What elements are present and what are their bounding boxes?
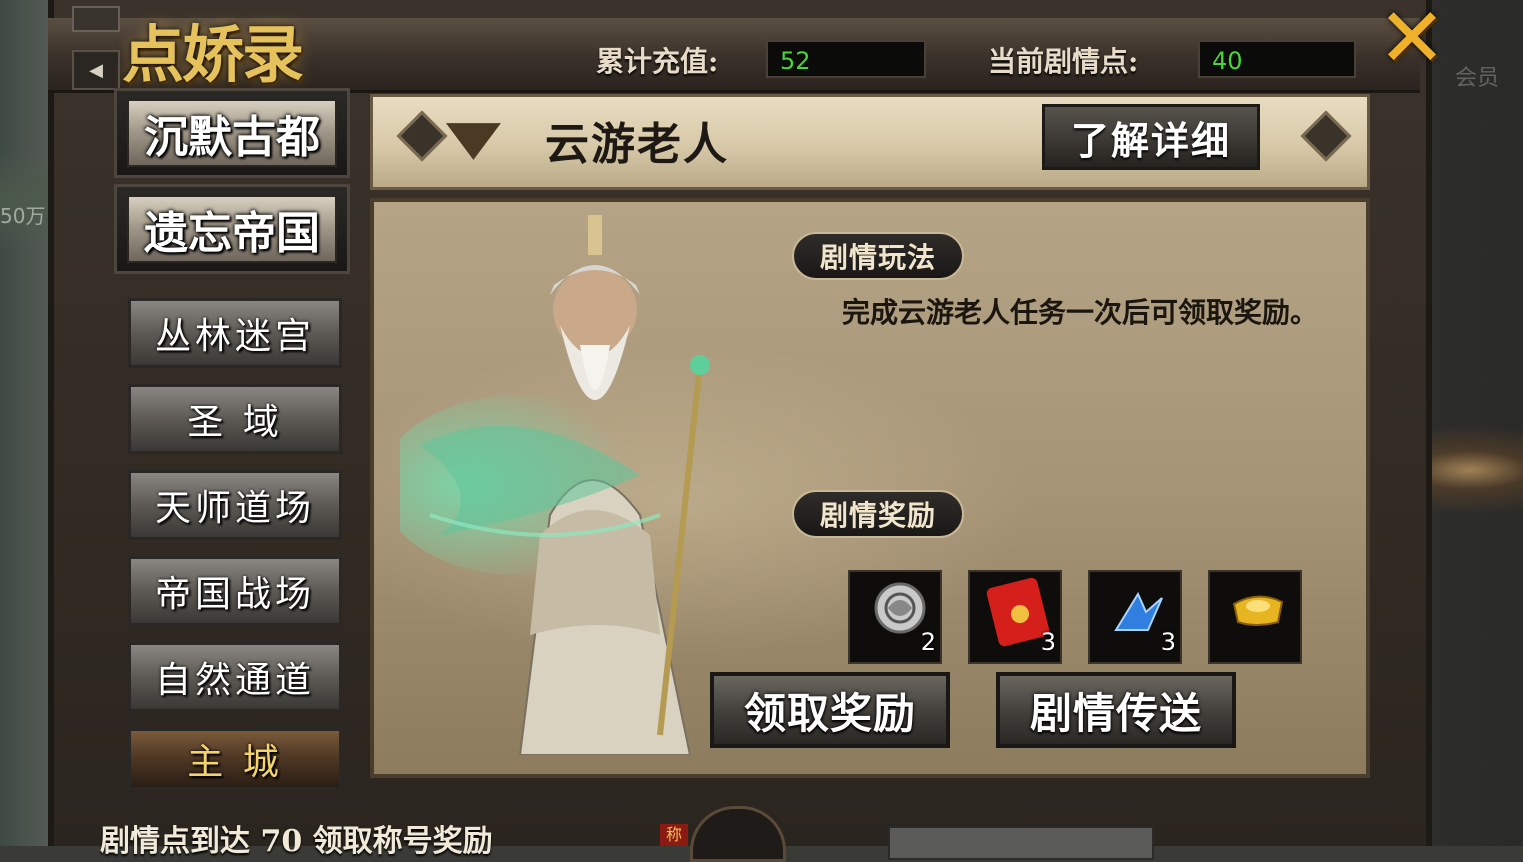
panel-ornament — [72, 6, 120, 32]
recharge-label: 累计充值: — [596, 45, 719, 78]
close-button[interactable]: ✕ — [1376, 0, 1448, 80]
reward-count: 2 — [920, 628, 936, 656]
story-description: 完成云游老人任务一次后可领取奖励。 — [842, 296, 1319, 329]
gameplay-section-tag: 剧情玩法 — [792, 232, 965, 280]
map-tab-label: 遗忘帝国 — [144, 208, 320, 259]
reward-slot[interactable]: 3 — [968, 570, 1062, 664]
reward-count: 3 — [1040, 628, 1056, 656]
background-vip-text: 会员 — [1455, 66, 1500, 91]
area-item-main-city[interactable]: 主 城 — [128, 728, 342, 790]
map-tab-label: 沉默古都 — [144, 112, 320, 163]
panel-title: 点娇录 — [122, 18, 304, 91]
story-points-value: 40 — [1198, 40, 1356, 78]
area-item-jungle-maze[interactable]: 丛林迷宫 — [128, 298, 342, 368]
npc-name: 云游老人 — [545, 119, 729, 170]
background-resource-text: 50万 — [0, 204, 46, 228]
footer-plate — [888, 826, 1154, 860]
title-badge: 称 — [660, 824, 688, 846]
reward-count: 3 — [1160, 628, 1176, 656]
back-button[interactable]: ◀ — [72, 50, 120, 90]
chevron-left-icon: ◀ — [89, 59, 103, 81]
learn-details-button[interactable]: 了解详细 — [1042, 104, 1260, 170]
gold-ingot-icon — [1232, 595, 1284, 626]
close-icon: ✕ — [1377, 0, 1447, 86]
area-item-empire-battlefield[interactable]: 帝国战场 — [128, 556, 342, 626]
reward-slot[interactable] — [1208, 570, 1302, 664]
footer-tip: 剧情点到达 70 领取称号奖励 — [100, 824, 493, 859]
area-item-holy-domain[interactable]: 圣 域 — [128, 384, 342, 454]
reward-section-tag: 剧情奖励 — [792, 490, 965, 538]
story-points-label: 当前剧情点: — [988, 45, 1139, 78]
map-tab-forgotten-empire[interactable]: 遗忘帝国 — [114, 184, 350, 274]
recharge-value: 52 — [766, 40, 926, 78]
reward-slot[interactable]: 3 — [1088, 570, 1182, 664]
reward-slot[interactable]: 2 — [848, 570, 942, 664]
chevron-down-icon: ▼ — [445, 110, 502, 166]
area-item-taoist-arena[interactable]: 天师道场 — [128, 470, 342, 540]
map-tab-silent-capital[interactable]: 沉默古都 — [114, 88, 350, 178]
area-item-nature-passage[interactable]: 自然通道 — [128, 642, 342, 712]
claim-reward-button[interactable]: 领取奖励 — [710, 672, 950, 748]
story-teleport-button[interactable]: 剧情传送 — [996, 672, 1236, 748]
